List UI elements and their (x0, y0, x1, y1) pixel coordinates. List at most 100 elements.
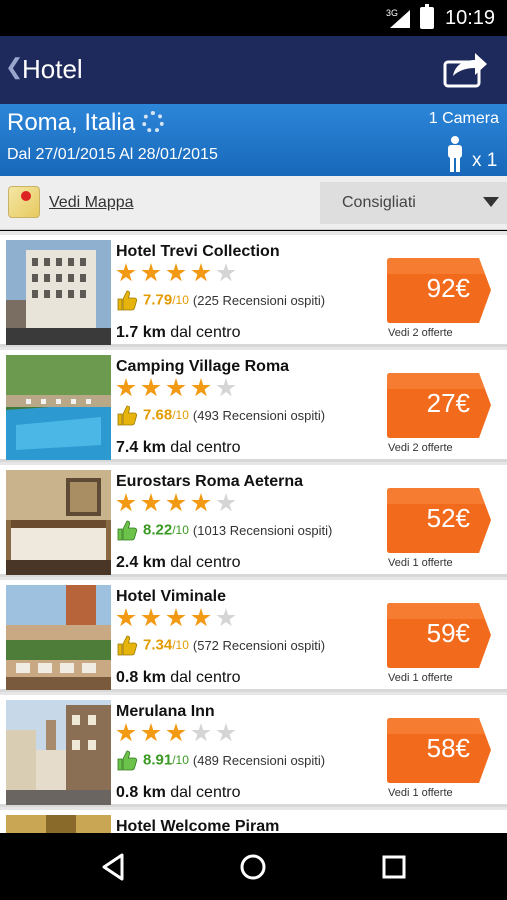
price-amount[interactable]: 52€ (427, 503, 470, 534)
guest-rating: 7.79/10 (225 Recensioni ospiti) (116, 289, 325, 313)
price-amount[interactable]: 92€ (427, 273, 470, 304)
distance: 2.4 km dal centro (116, 554, 241, 572)
page-title[interactable]: Hotel (22, 54, 83, 85)
rooms-count[interactable]: 1 Camera (429, 110, 499, 128)
status-bar: 3G 10:19 (0, 0, 507, 36)
hotel-name[interactable]: Hotel Viminale (116, 588, 226, 606)
hotel-photo (6, 815, 111, 833)
refresh-icon[interactable] (142, 111, 164, 133)
nav-recents-icon[interactable] (378, 851, 410, 883)
price-button[interactable]: 58€ (387, 718, 492, 783)
price-button[interactable]: 59€ (387, 603, 492, 668)
rating-scale: /10 (172, 753, 189, 767)
star-icon (116, 493, 136, 512)
star-rating (116, 378, 241, 400)
clock: 10:19 (445, 7, 496, 29)
star-empty-icon (216, 263, 236, 282)
hotel-card[interactable]: Camping Village Roma 7.68/10 (493 Recensi… (0, 350, 507, 462)
guests-count[interactable]: x 1 (472, 150, 497, 172)
price-button[interactable]: 52€ (387, 488, 492, 553)
hotel-name[interactable]: Merulana Inn (116, 703, 215, 721)
map-icon[interactable] (8, 186, 40, 218)
search-summary[interactable]: Roma, Italia Dal 27/01/2015 Al 28/01/201… (0, 104, 507, 176)
star-icon (141, 378, 161, 397)
star-empty-icon (191, 723, 211, 742)
star-icon (191, 608, 211, 627)
hotel-name[interactable]: Eurostars Roma Aeterna (116, 473, 303, 491)
hotel-photo (6, 585, 111, 690)
star-icon (116, 378, 136, 397)
distance-value: 0.8 km (116, 784, 166, 801)
view-map-link[interactable]: Vedi Mappa (49, 194, 134, 212)
signal-icon (390, 10, 410, 28)
distance-label: dal centro (165, 669, 241, 686)
star-rating (116, 723, 241, 745)
star-icon (166, 608, 186, 627)
hotel-photo (6, 355, 111, 460)
hotel-card[interactable]: Hotel Trevi Collection 7.79/10 (225 Recen… (0, 235, 507, 347)
rating-scale: /10 (172, 638, 189, 652)
nav-home-icon[interactable] (237, 851, 269, 883)
review-count: (493 Recensioni ospiti) (192, 407, 326, 423)
hotel-photo (6, 240, 111, 345)
rating-scale: /10 (172, 408, 189, 422)
back-chevron-icon[interactable]: ❮ (5, 54, 23, 80)
guest-rating: 7.34/10 (572 Recensioni ospiti) (116, 634, 325, 658)
thumbs-up-icon (117, 520, 138, 541)
system-nav-bar (0, 833, 507, 900)
rating-score: 8.91 (143, 751, 173, 769)
rating-score: 7.79 (143, 291, 173, 309)
view-offers-link[interactable]: Vedi 1 offerte (388, 787, 453, 799)
hotel-name[interactable]: Hotel Welcome Piram (116, 818, 279, 833)
view-offers-link[interactable]: Vedi 1 offerte (388, 672, 453, 684)
hotel-list[interactable]: Hotel Trevi Collection 7.79/10 (225 Recen… (0, 231, 507, 833)
thumbs-up-icon (117, 290, 138, 311)
hotel-name[interactable]: Hotel Trevi Collection (116, 243, 280, 261)
hotel-name[interactable]: Camping Village Roma (116, 358, 289, 376)
stay-dates[interactable]: Dal 27/01/2015 Al 28/01/2015 (7, 146, 218, 164)
distance: 1.7 km dal centro (116, 324, 241, 342)
star-empty-icon (216, 608, 236, 627)
person-icon (448, 136, 462, 172)
destination-city[interactable]: Roma, Italia (7, 109, 135, 137)
distance-label: dal centro (165, 784, 241, 801)
nav-back-icon[interactable] (98, 851, 130, 883)
distance-value: 2.4 km (116, 554, 166, 571)
price-amount[interactable]: 58€ (427, 733, 470, 764)
distance-value: 7.4 km (116, 439, 166, 456)
star-icon (166, 263, 186, 282)
star-icon (166, 723, 186, 742)
star-icon (141, 263, 161, 282)
price-button[interactable]: 92€ (387, 258, 492, 323)
filter-bar: Vedi Mappa Consigliati (0, 176, 507, 230)
view-offers-link[interactable]: Vedi 2 offerte (388, 327, 453, 339)
distance-label: dal centro (165, 324, 241, 341)
star-icon (191, 493, 211, 512)
star-icon (141, 493, 161, 512)
price-amount[interactable]: 27€ (427, 388, 470, 419)
star-empty-icon (216, 493, 236, 512)
guest-rating: 8.22/10 (1013 Recensioni ospiti) (116, 519, 332, 543)
review-count: (1013 Recensioni ospiti) (192, 522, 333, 538)
star-icon (191, 378, 211, 397)
hotel-card[interactable]: Eurostars Roma Aeterna 8.22/10 (1013 Rece… (0, 465, 507, 577)
sort-dropdown[interactable]: Consigliati (320, 182, 507, 224)
thumbs-up-icon (117, 405, 138, 426)
star-icon (116, 608, 136, 627)
view-offers-link[interactable]: Vedi 2 offerte (388, 442, 453, 454)
distance-label: dal centro (165, 554, 241, 571)
star-icon (116, 263, 136, 282)
star-icon (166, 378, 186, 397)
star-rating (116, 608, 241, 630)
star-icon (141, 608, 161, 627)
hotel-card[interactable]: Hotel Viminale 7.34/10 (572 Recensioni os… (0, 580, 507, 692)
guest-rating: 7.68/10 (493 Recensioni ospiti) (116, 404, 325, 428)
guest-rating: 8.91/10 (489 Recensioni ospiti) (116, 749, 325, 773)
review-count: (572 Recensioni ospiti) (192, 637, 326, 653)
share-icon[interactable] (443, 50, 489, 88)
view-offers-link[interactable]: Vedi 1 offerte (388, 557, 453, 569)
price-amount[interactable]: 59€ (427, 618, 470, 649)
hotel-card[interactable]: Hotel Welcome Piram (0, 810, 507, 833)
price-button[interactable]: 27€ (387, 373, 492, 438)
hotel-card[interactable]: Merulana Inn 8.91/10 (489 Recensioni ospi… (0, 695, 507, 807)
